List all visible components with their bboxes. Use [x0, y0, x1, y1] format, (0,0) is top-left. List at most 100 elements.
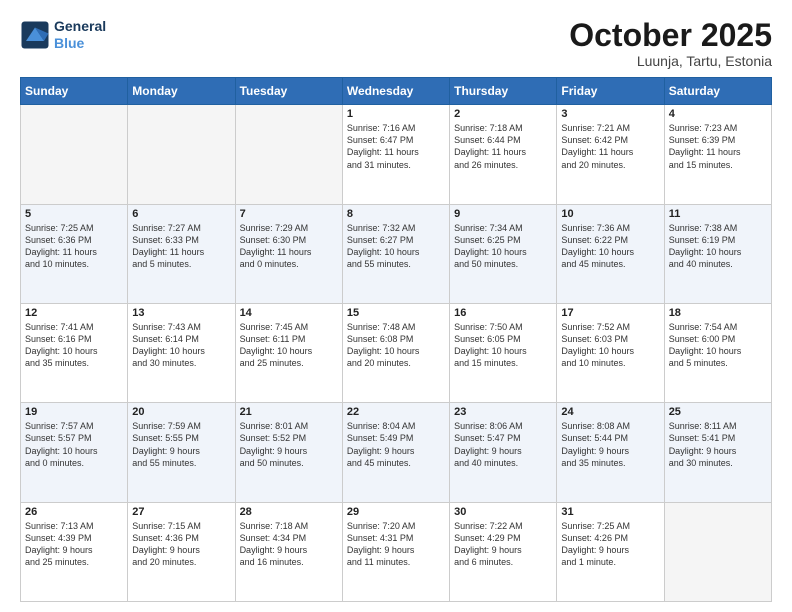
day-number: 15 — [347, 307, 445, 319]
calendar-cell: 9 Sunrise: 7:34 AM Sunset: 6:25 PM Daylig… — [450, 204, 557, 303]
day-info: Sunrise: 7:21 AM Sunset: 6:42 PM Dayligh… — [561, 122, 659, 171]
calendar-cell: 8 Sunrise: 7:32 AM Sunset: 6:27 PM Daylig… — [342, 204, 449, 303]
day-number: 14 — [240, 307, 338, 319]
day-number: 12 — [25, 307, 123, 319]
day-info: Sunrise: 7:54 AM Sunset: 6:00 PM Dayligh… — [669, 321, 767, 370]
day-info: Sunrise: 7:18 AM Sunset: 4:34 PM Dayligh… — [240, 520, 338, 569]
calendar-week-row: 12 Sunrise: 7:41 AM Sunset: 6:16 PM Dayli… — [21, 303, 772, 402]
day-info: Sunrise: 7:27 AM Sunset: 6:33 PM Dayligh… — [132, 222, 230, 271]
day-number: 19 — [25, 406, 123, 418]
calendar-cell: 4 Sunrise: 7:23 AM Sunset: 6:39 PM Daylig… — [664, 105, 771, 204]
day-number: 17 — [561, 307, 659, 319]
day-number: 22 — [347, 406, 445, 418]
day-number: 16 — [454, 307, 552, 319]
logo: General Blue — [20, 18, 106, 52]
calendar-cell — [664, 502, 771, 601]
day-number: 3 — [561, 108, 659, 120]
calendar: SundayMondayTuesdayWednesdayThursdayFrid… — [20, 77, 772, 602]
day-info: Sunrise: 7:57 AM Sunset: 5:57 PM Dayligh… — [25, 420, 123, 469]
logo-text: General Blue — [54, 18, 106, 52]
col-header-saturday: Saturday — [664, 78, 771, 105]
calendar-cell: 16 Sunrise: 7:50 AM Sunset: 6:05 PM Dayli… — [450, 303, 557, 402]
day-info: Sunrise: 7:38 AM Sunset: 6:19 PM Dayligh… — [669, 222, 767, 271]
calendar-cell — [235, 105, 342, 204]
col-header-monday: Monday — [128, 78, 235, 105]
calendar-cell: 20Sunrise: 7:59 AM Sunset: 5:55 PM Dayli… — [128, 403, 235, 502]
day-number: 2 — [454, 108, 552, 120]
calendar-cell: 5 Sunrise: 7:25 AM Sunset: 6:36 PM Daylig… — [21, 204, 128, 303]
logo-line2: Blue — [54, 35, 84, 51]
day-info: Sunrise: 8:01 AM Sunset: 5:52 PM Dayligh… — [240, 420, 338, 469]
day-info: Sunrise: 7:48 AM Sunset: 6:08 PM Dayligh… — [347, 321, 445, 370]
day-number: 23 — [454, 406, 552, 418]
day-info: Sunrise: 8:08 AM Sunset: 5:44 PM Dayligh… — [561, 420, 659, 469]
day-info: Sunrise: 7:23 AM Sunset: 6:39 PM Dayligh… — [669, 122, 767, 171]
day-number: 10 — [561, 208, 659, 220]
calendar-cell: 31 Sunrise: 7:25 AM Sunset: 4:26 PM Dayli… — [557, 502, 664, 601]
day-info: Sunrise: 7:43 AM Sunset: 6:14 PM Dayligh… — [132, 321, 230, 370]
logo-line1: General — [54, 18, 106, 35]
day-info: Sunrise: 7:52 AM Sunset: 6:03 PM Dayligh… — [561, 321, 659, 370]
day-info: Sunrise: 7:25 AM Sunset: 6:36 PM Dayligh… — [25, 222, 123, 271]
day-info: Sunrise: 7:32 AM Sunset: 6:27 PM Dayligh… — [347, 222, 445, 271]
day-number: 1 — [347, 108, 445, 120]
month-title: October 2025 — [569, 18, 772, 53]
calendar-cell: 17 Sunrise: 7:52 AM Sunset: 6:03 PM Dayli… — [557, 303, 664, 402]
day-info: Sunrise: 7:20 AM Sunset: 4:31 PM Dayligh… — [347, 520, 445, 569]
col-header-thursday: Thursday — [450, 78, 557, 105]
calendar-header-row: SundayMondayTuesdayWednesdayThursdayFrid… — [21, 78, 772, 105]
calendar-cell: 24Sunrise: 8:08 AM Sunset: 5:44 PM Dayli… — [557, 403, 664, 502]
calendar-cell: 10 Sunrise: 7:36 AM Sunset: 6:22 PM Dayli… — [557, 204, 664, 303]
day-number: 28 — [240, 506, 338, 518]
calendar-cell: 14 Sunrise: 7:45 AM Sunset: 6:11 PM Dayli… — [235, 303, 342, 402]
location: Luunja, Tartu, Estonia — [569, 53, 772, 69]
title-block: October 2025 Luunja, Tartu, Estonia — [569, 18, 772, 69]
day-info: Sunrise: 7:15 AM Sunset: 4:36 PM Dayligh… — [132, 520, 230, 569]
day-info: Sunrise: 7:36 AM Sunset: 6:22 PM Dayligh… — [561, 222, 659, 271]
day-info: Sunrise: 7:25 AM Sunset: 4:26 PM Dayligh… — [561, 520, 659, 569]
day-number: 13 — [132, 307, 230, 319]
calendar-week-row: 1Sunrise: 7:16 AM Sunset: 6:47 PM Daylig… — [21, 105, 772, 204]
day-info: Sunrise: 8:04 AM Sunset: 5:49 PM Dayligh… — [347, 420, 445, 469]
calendar-cell: 12 Sunrise: 7:41 AM Sunset: 6:16 PM Dayli… — [21, 303, 128, 402]
logo-icon — [20, 20, 50, 50]
calendar-cell: 19 Sunrise: 7:57 AM Sunset: 5:57 PM Dayli… — [21, 403, 128, 502]
calendar-cell: 7 Sunrise: 7:29 AM Sunset: 6:30 PM Daylig… — [235, 204, 342, 303]
day-number: 11 — [669, 208, 767, 220]
day-info: Sunrise: 7:34 AM Sunset: 6:25 PM Dayligh… — [454, 222, 552, 271]
day-number: 30 — [454, 506, 552, 518]
col-header-wednesday: Wednesday — [342, 78, 449, 105]
calendar-week-row: 5 Sunrise: 7:25 AM Sunset: 6:36 PM Daylig… — [21, 204, 772, 303]
day-info: Sunrise: 7:41 AM Sunset: 6:16 PM Dayligh… — [25, 321, 123, 370]
day-number: 20 — [132, 406, 230, 418]
calendar-cell — [21, 105, 128, 204]
calendar-week-row: 19 Sunrise: 7:57 AM Sunset: 5:57 PM Dayli… — [21, 403, 772, 502]
calendar-cell: 26Sunrise: 7:13 AM Sunset: 4:39 PM Dayli… — [21, 502, 128, 601]
day-info: Sunrise: 7:13 AM Sunset: 4:39 PM Dayligh… — [25, 520, 123, 569]
calendar-cell: 11 Sunrise: 7:38 AM Sunset: 6:19 PM Dayli… — [664, 204, 771, 303]
calendar-cell: 3 Sunrise: 7:21 AM Sunset: 6:42 PM Daylig… — [557, 105, 664, 204]
calendar-cell: 2Sunrise: 7:18 AM Sunset: 6:44 PM Daylig… — [450, 105, 557, 204]
calendar-cell: 29 Sunrise: 7:20 AM Sunset: 4:31 PM Dayli… — [342, 502, 449, 601]
day-number: 8 — [347, 208, 445, 220]
day-number: 4 — [669, 108, 767, 120]
day-number: 25 — [669, 406, 767, 418]
calendar-cell: 13 Sunrise: 7:43 AM Sunset: 6:14 PM Dayli… — [128, 303, 235, 402]
calendar-cell: 21Sunrise: 8:01 AM Sunset: 5:52 PM Dayli… — [235, 403, 342, 502]
col-header-tuesday: Tuesday — [235, 78, 342, 105]
calendar-cell: 28 Sunrise: 7:18 AM Sunset: 4:34 PM Dayli… — [235, 502, 342, 601]
day-number: 31 — [561, 506, 659, 518]
day-number: 29 — [347, 506, 445, 518]
header: General Blue October 2025 Luunja, Tartu,… — [20, 18, 772, 69]
calendar-cell: 27Sunrise: 7:15 AM Sunset: 4:36 PM Dayli… — [128, 502, 235, 601]
day-info: Sunrise: 7:29 AM Sunset: 6:30 PM Dayligh… — [240, 222, 338, 271]
calendar-cell: 22 Sunrise: 8:04 AM Sunset: 5:49 PM Dayli… — [342, 403, 449, 502]
day-number: 5 — [25, 208, 123, 220]
day-number: 9 — [454, 208, 552, 220]
day-info: Sunrise: 7:45 AM Sunset: 6:11 PM Dayligh… — [240, 321, 338, 370]
day-number: 7 — [240, 208, 338, 220]
calendar-cell: 6Sunrise: 7:27 AM Sunset: 6:33 PM Daylig… — [128, 204, 235, 303]
day-info: Sunrise: 7:22 AM Sunset: 4:29 PM Dayligh… — [454, 520, 552, 569]
day-info: Sunrise: 7:50 AM Sunset: 6:05 PM Dayligh… — [454, 321, 552, 370]
calendar-cell: 23Sunrise: 8:06 AM Sunset: 5:47 PM Dayli… — [450, 403, 557, 502]
